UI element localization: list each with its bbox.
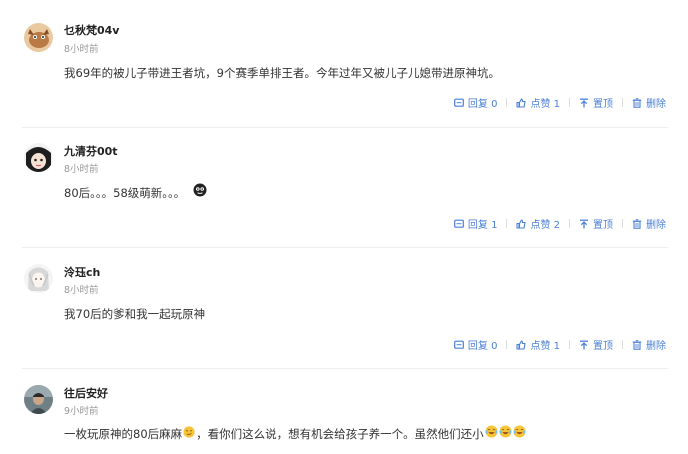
comment-divider [22,368,668,369]
action-divider [506,98,508,107]
thumbs-up-icon [516,339,527,350]
comment-actions: 回复 0 点赞 1 置顶 删除 [454,337,666,352]
avatar[interactable] [24,385,53,414]
reply-icon [454,219,464,228]
comment-time: 9小时前 [64,406,99,417]
like-label: 点赞 1 [530,341,560,352]
reply-label: 回复 0 [467,341,498,352]
like-label: 点赞 1 [530,99,560,110]
delete-label: 删除 [646,220,666,231]
reply-label: 回复 0 [467,99,498,110]
black-face-emoji-icon [193,183,207,196]
action-divider [506,219,508,228]
comment-text-body: 80后。。。58级萌新。。。 [64,186,186,200]
pin-label: 置顶 [593,220,613,231]
laugh-cry-emoji-icon [513,425,526,438]
comment-text-part-2: ，看你们这么说，想有机会给孩子养一个。虽然他们还小 [196,427,484,441]
reply-label: 回复 1 [467,220,498,231]
comment-divider [22,127,668,128]
like-button[interactable]: 点赞 1 [516,95,560,110]
trash-icon [632,97,642,108]
pin-button[interactable]: 置顶 [579,216,613,231]
avatar[interactable] [24,264,53,293]
pin-top-icon [580,219,588,228]
reply-button[interactable]: 回复 1 [454,216,498,231]
comment-actions: 回复 1 点赞 2 置顶 删除 [454,216,666,231]
delete-label: 删除 [646,99,666,110]
laugh-cry-emoji-icon [485,425,498,438]
comment-text: 我70后的爹和我一起玩原神 [64,307,206,321]
like-label: 点赞 2 [530,220,560,231]
thumbs-up-icon [516,218,527,229]
comment-time: 8小时前 [64,285,99,296]
username[interactable]: 泠珏ch [64,264,100,280]
trash-icon [632,339,642,350]
reply-button[interactable]: 回复 0 [454,337,498,352]
reply-button[interactable]: 回复 0 [454,95,498,110]
avatar[interactable] [24,23,53,52]
trash-icon [632,218,642,229]
delete-button[interactable]: 删除 [632,95,666,110]
username[interactable]: 九清芬00t [64,143,118,159]
username[interactable]: 往后安好 [64,385,108,401]
comment-actions: 回复 0 点赞 1 置顶 删除 [454,95,666,110]
pin-top-icon [580,98,588,107]
comment-text: 一枚玩原神的80后麻麻 ，看你们这么说，想有机会给孩子养一个。虽然他们还小 [64,425,526,442]
comment-text: 80后。。。58级萌新。。。 [64,183,207,201]
pin-top-icon [580,340,588,349]
delete-label: 删除 [646,341,666,352]
smirk-emoji-icon [183,425,195,438]
action-divider [622,219,623,228]
action-divider [622,98,623,107]
comment-text: 我69年的被儿子带进王者坑，9个赛季单排王者。今年过年又被儿子儿媳带进原神坑。 [64,66,500,80]
comment-text-part-1: 一枚玩原神的80后麻麻 [64,427,183,441]
username[interactable]: 乜秋梵04v [64,22,119,38]
avatar[interactable] [24,143,53,172]
pin-button[interactable]: 置顶 [579,95,613,110]
thumbs-up-icon [516,97,527,108]
pin-label: 置顶 [593,99,613,110]
action-divider [569,219,570,228]
action-divider [622,340,623,349]
comment-time: 8小时前 [64,44,99,55]
action-divider [506,340,508,349]
action-divider [569,340,570,349]
reply-icon [454,340,464,349]
comment-time: 8小时前 [64,164,99,175]
pin-label: 置顶 [593,341,613,352]
laugh-cry-emoji-icon [499,425,512,438]
action-divider [569,98,570,107]
delete-button[interactable]: 删除 [632,337,666,352]
comment-divider [22,247,668,248]
pin-button[interactable]: 置顶 [579,337,613,352]
delete-button[interactable]: 删除 [632,216,666,231]
reply-icon [454,98,464,107]
like-button[interactable]: 点赞 2 [516,216,560,231]
like-button[interactable]: 点赞 1 [516,337,560,352]
